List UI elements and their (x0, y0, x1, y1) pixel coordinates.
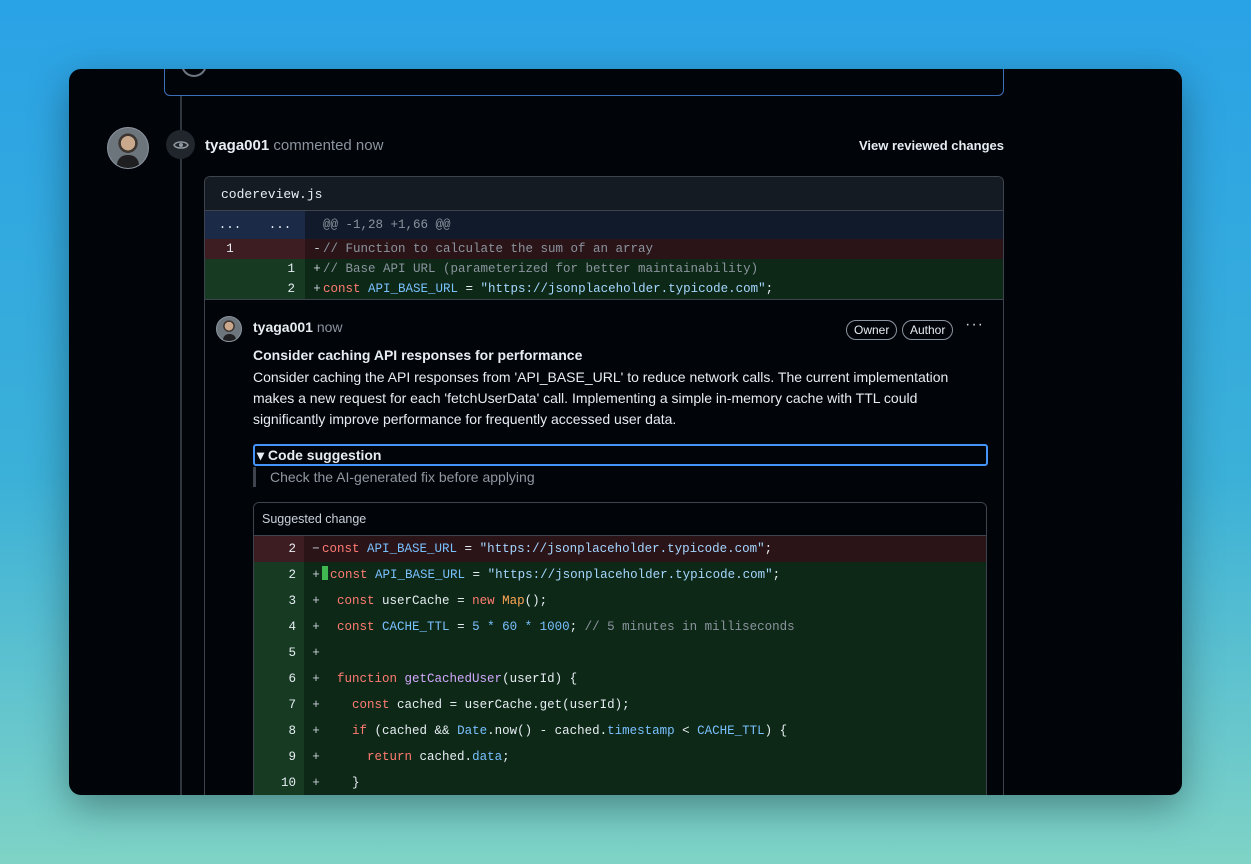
diff-sign: + (312, 646, 320, 660)
expand-up-button[interactable]: ... (205, 211, 255, 239)
old-line-number[interactable]: 1 (205, 239, 255, 259)
app-window: tyaga001 commented now View reviewed cha… (69, 69, 1182, 795)
diff-line-text: // Base API URL (parameterized for bette… (323, 262, 759, 276)
diff-line-text: const API_BASE_URL = "https://jsonplaceh… (323, 282, 774, 296)
thread-author-link[interactable]: tyaga001 (253, 319, 313, 335)
suggestion-line: 5 + (254, 640, 986, 666)
code-text: return cached.data; (367, 750, 510, 764)
code-text: if (cached && Date.now() - cached.timest… (352, 724, 788, 738)
file-header: codereview.js (205, 177, 1003, 211)
code-text: const cached = userCache.get(userId); (352, 698, 630, 712)
suggestion-line: 2 − const API_BASE_URL = "https://jsonpl… (254, 536, 986, 562)
expand-down-button[interactable]: ... (255, 211, 305, 239)
diff-sign: + (312, 568, 320, 582)
more-options-icon[interactable]: ··· (965, 316, 984, 334)
suggestion-line: 8 + if (cached && Date.now() - cached.ti… (254, 718, 986, 744)
line-number[interactable]: 7 (254, 692, 304, 718)
suggestion-line: 2 + const API_BASE_URL = "https://jsonpl… (254, 562, 986, 588)
eye-icon (166, 130, 195, 159)
suggested-change-header: Suggested change (254, 503, 986, 536)
suggestion-line: 10 + } (254, 770, 986, 795)
suggestion-body: Consider caching the API responses from … (253, 369, 949, 427)
diff-sign: + (312, 750, 320, 764)
diff-sign: + (312, 672, 320, 686)
diff-sign: + (312, 594, 320, 608)
line-number[interactable]: 9 (254, 744, 304, 770)
diff-sign: + (313, 282, 321, 296)
comment-author-link[interactable]: tyaga001 (205, 137, 269, 154)
status-circle-icon (181, 69, 207, 77)
code-text: const CACHE_TTL = 5 * 60 * 1000; // 5 mi… (337, 620, 795, 634)
diff-line: 1 - // Function to calculate the sum of … (205, 239, 1003, 259)
comment-action: commented now (273, 137, 384, 154)
diff-sign: + (312, 724, 320, 738)
diff-line: 2 + const API_BASE_URL = "https://jsonpl… (205, 279, 1003, 299)
code-text: } (352, 776, 360, 790)
code-text: function getCachedUser(userId) { (337, 672, 578, 686)
line-number[interactable]: 2 (254, 562, 304, 588)
code-text: const API_BASE_URL = "https://jsonplaceh… (322, 562, 780, 588)
suggestion-line: 3 + const userCache = new Map(); (254, 588, 986, 614)
new-line-number[interactable]: 2 (255, 279, 305, 299)
code-suggestion-toggle[interactable]: ▾ Code suggestion (253, 444, 988, 466)
old-line-number[interactable] (205, 259, 255, 279)
previous-comment-box (164, 69, 1004, 96)
line-number[interactable]: 10 (254, 770, 304, 795)
owner-badge: Owner (846, 320, 898, 340)
line-number[interactable]: 6 (254, 666, 304, 692)
comment-header: tyaga001 commented now (205, 137, 383, 154)
code-text: const userCache = new Map(); (337, 594, 548, 608)
avatar[interactable] (107, 127, 149, 169)
timeline-line (180, 69, 182, 795)
diff-sign: + (312, 698, 320, 712)
hunk-header: @@ -1,28 +1,66 @@ (323, 218, 451, 232)
diff-sign: + (313, 262, 321, 276)
diff-sign: - (313, 242, 321, 256)
text-cursor (322, 566, 328, 580)
ai-fix-note: Check the AI-generated fix before applyi… (253, 467, 535, 487)
suggestion-line: 9 + return cached.data; (254, 744, 986, 770)
old-line-number[interactable] (205, 279, 255, 299)
review-comment-box: codereview.js ... ... @@ -1,28 +1,66 @@ … (204, 176, 1004, 795)
line-number[interactable]: 5 (254, 640, 304, 666)
author-badge: Author (902, 320, 954, 340)
avatar[interactable] (216, 316, 242, 342)
diff-line: 1 + // Base API URL (parameterized for b… (205, 259, 1003, 279)
new-line-number[interactable] (255, 239, 305, 259)
line-number[interactable]: 4 (254, 614, 304, 640)
diff-sign: + (312, 776, 320, 790)
diff-sign: − (312, 542, 320, 556)
file-name[interactable]: codereview.js (221, 187, 322, 202)
suggestion-line: 6 + function getCachedUser(userId) { (254, 666, 986, 692)
review-thread: tyaga001 now Owner Author ··· Consider c… (205, 299, 1003, 795)
suggestion-title: Consider caching API responses for perfo… (253, 347, 583, 363)
diff-sign: + (312, 620, 320, 634)
line-number[interactable]: 2 (254, 536, 304, 562)
thread-time[interactable]: now (317, 319, 343, 335)
line-number[interactable]: 8 (254, 718, 304, 744)
view-reviewed-changes-link[interactable]: View reviewed changes (859, 138, 1004, 153)
suggestion-line: 4 + const CACHE_TTL = 5 * 60 * 1000; // … (254, 614, 986, 640)
hunk-row: ... ... @@ -1,28 +1,66 @@ (205, 211, 1003, 239)
new-line-number[interactable]: 1 (255, 259, 305, 279)
code-text: const API_BASE_URL = "https://jsonplaceh… (322, 542, 773, 556)
suggestion-line: 7 + const cached = userCache.get(userId)… (254, 692, 986, 718)
line-number[interactable]: 3 (254, 588, 304, 614)
thread-header: tyaga001 now (253, 319, 343, 335)
diff-line-text: // Function to calculate the sum of an a… (323, 242, 654, 256)
suggested-change-box: Suggested change 2 − const API_BASE_URL … (253, 502, 987, 795)
